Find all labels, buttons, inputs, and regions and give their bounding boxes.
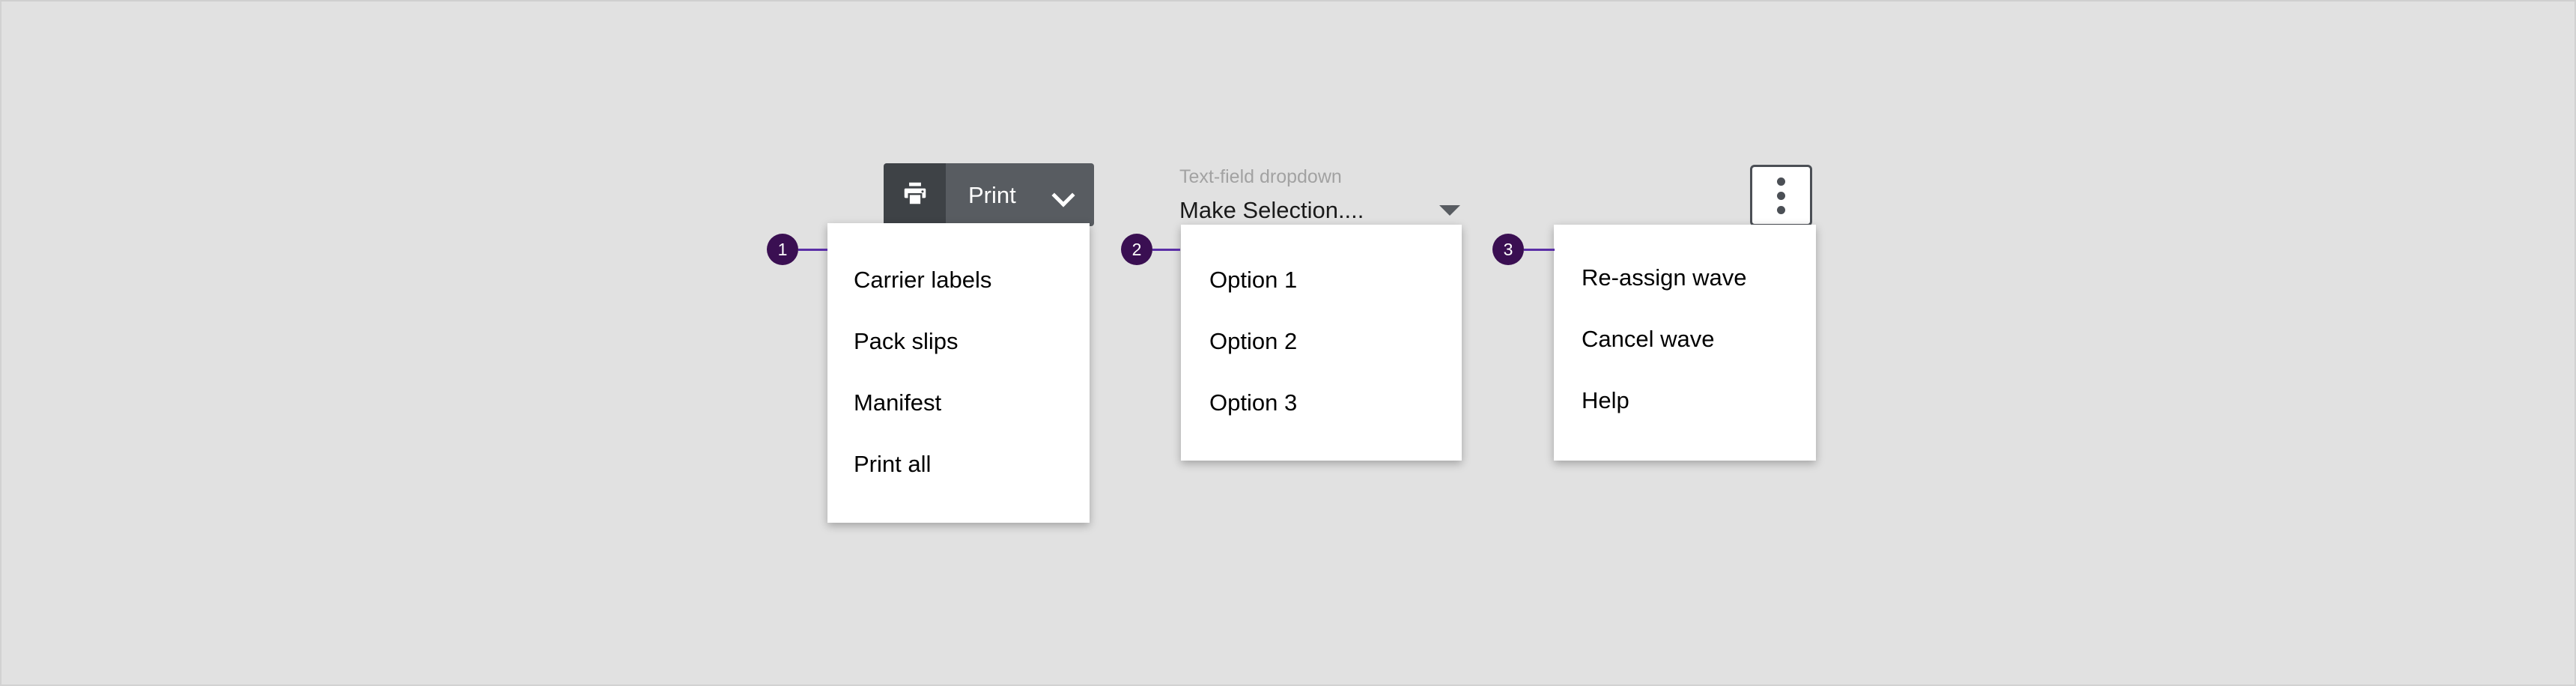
callout-number-1: 1 — [767, 234, 798, 265]
printer-icon — [901, 179, 929, 211]
print-label-button[interactable]: Print — [946, 163, 1094, 226]
print-dropdown-menu[interactable]: Carrier labels Pack slips Manifest Print… — [827, 223, 1090, 523]
menu-item-cancel-wave[interactable]: Cancel wave — [1582, 327, 1714, 350]
text-field-dropdown[interactable]: Text-field dropdown Make Selection.... — [1179, 168, 1462, 222]
callout-number-2: 2 — [1121, 234, 1152, 265]
triangle-down-icon[interactable] — [1439, 205, 1460, 216]
kebab-menu-button[interactable] — [1750, 165, 1812, 226]
kebab-menu-icon — [1777, 177, 1785, 214]
kebab-dot-top — [1777, 177, 1785, 186]
overflow-dropdown-menu[interactable]: Re-assign wave Cancel wave Help — [1554, 225, 1816, 461]
menu-item-re-assign-wave[interactable]: Re-assign wave — [1582, 266, 1747, 289]
print-button-label: Print — [968, 183, 1016, 207]
kebab-dot-middle — [1777, 192, 1785, 200]
menu-item-carrier-labels[interactable]: Carrier labels — [854, 268, 991, 291]
callout-connector-3 — [1524, 249, 1555, 251]
callout-marker-1: 1 — [767, 234, 827, 265]
print-icon-button[interactable] — [884, 163, 946, 226]
menu-item-pack-slips[interactable]: Pack slips — [854, 330, 959, 353]
menu-item-option-2[interactable]: Option 2 — [1209, 330, 1297, 353]
menu-item-manifest[interactable]: Manifest — [854, 391, 941, 414]
callout-marker-2: 2 — [1121, 234, 1180, 265]
menu-item-print-all[interactable]: Print all — [854, 452, 931, 476]
menu-item-option-1[interactable]: Option 1 — [1209, 268, 1297, 291]
callout-connector-1 — [798, 249, 827, 251]
text-field-dropdown-label: Text-field dropdown — [1179, 168, 1462, 186]
screenshot-canvas: Print Carrier labels Pack slips Manifest… — [0, 0, 2576, 686]
text-field-dropdown-value: Make Selection.... — [1179, 198, 1364, 222]
callout-number-3: 3 — [1492, 234, 1524, 265]
callout-connector-2 — [1152, 249, 1180, 251]
print-split-button[interactable]: Print — [884, 163, 1094, 226]
callout-marker-3: 3 — [1492, 234, 1555, 265]
text-field-dropdown-control[interactable]: Make Selection.... — [1179, 198, 1462, 222]
menu-item-option-3[interactable]: Option 3 — [1209, 391, 1297, 414]
chevron-down-icon[interactable] — [1052, 183, 1075, 206]
kebab-dot-bottom — [1777, 206, 1785, 214]
option-dropdown-menu[interactable]: Option 1 Option 2 Option 3 — [1181, 225, 1462, 461]
menu-item-help[interactable]: Help — [1582, 389, 1629, 412]
